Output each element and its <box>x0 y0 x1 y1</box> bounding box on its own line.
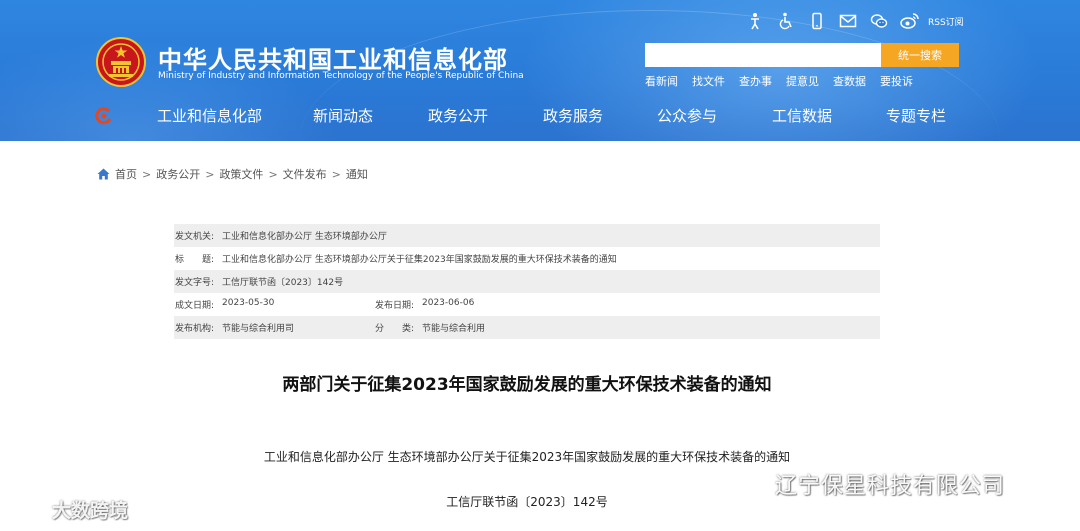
search-input[interactable] <box>645 43 881 67</box>
breadcrumb-notice[interactable]: 通知 <box>346 166 368 182</box>
top-utility-bar: RSS订阅 <box>744 10 964 32</box>
site-title[interactable]: 中华人民共和国工业和信息化部 <box>158 40 508 75</box>
nav-item-services[interactable]: 政务服务 <box>543 105 603 126</box>
breadcrumb-policy[interactable]: 政策文件 <box>219 166 263 182</box>
watermark-left-text: 大数跨境 <box>52 500 129 522</box>
watermark-right: 辽宁保星科技有限公司 <box>733 468 1005 500</box>
quick-link-files[interactable]: 找文件 <box>692 73 725 89</box>
accessibility-icon[interactable] <box>775 10 797 32</box>
info-label: 分 类: <box>375 324 415 334</box>
wechat-watermark-icon <box>734 471 767 497</box>
info-label: 发文字号: <box>175 278 215 288</box>
breadcrumb-separator: > <box>142 167 152 181</box>
watermark-right-text: 辽宁保星科技有限公司 <box>775 474 1006 499</box>
info-value: 工信厅联节函〔2023〕142号 <box>222 278 344 288</box>
nav-item-affairs[interactable]: 政务公开 <box>428 105 488 126</box>
barrier-free-icon[interactable] <box>744 10 766 32</box>
home-icon <box>97 168 110 180</box>
info-row-org: 发布机构: 节能与综合利用司 分 类: 节能与综合利用 <box>174 316 880 339</box>
info-value: 节能与综合利用司 <box>222 324 295 334</box>
info-label: 发布机构: <box>175 324 215 334</box>
breadcrumb-home[interactable]: 首页 <box>115 166 137 182</box>
search-button[interactable]: 统一搜索 <box>881 43 959 67</box>
main-nav: 工业和信息化部 新闻动态 政务公开 政务服务 公众参与 工信数据 专题专栏 <box>0 98 1080 132</box>
info-value: 工业和信息化部办公厅 生态环境部办公厅关于征集2023年国家鼓励发展的重大环保技… <box>222 255 617 265</box>
nav-item-topics[interactable]: 专题专栏 <box>886 105 946 126</box>
quick-link-complaints[interactable]: 要投诉 <box>880 73 913 89</box>
quick-link-news[interactable]: 看新闻 <box>645 73 678 89</box>
watermark-logo-icon <box>8 501 46 518</box>
info-value: 节能与综合利用 <box>422 324 486 334</box>
quick-link-data[interactable]: 查数据 <box>833 73 866 89</box>
info-cell-published: 发布日期: 2023-06-06 <box>374 298 574 311</box>
info-row-issuer: 发文机关: 工业和信息化部办公厅 生态环境部办公厅 <box>174 224 880 247</box>
weibo-icon[interactable] <box>899 10 921 32</box>
info-cell-created: 成文日期: 2023-05-30 <box>174 298 374 311</box>
info-value: 2023-05-30 <box>222 298 275 308</box>
article-title: 两部门关于征集2023年国家鼓励发展的重大环保技术装备的通知 <box>282 375 772 395</box>
quick-link-services[interactable]: 查办事 <box>739 73 772 89</box>
wechat-icon[interactable] <box>868 10 890 32</box>
mail-icon[interactable] <box>837 10 859 32</box>
breadcrumb-release[interactable]: 文件发布 <box>283 166 327 182</box>
info-label: 标 题: <box>175 255 215 265</box>
info-value: 工业和信息化部办公厅 生态环境部办公厅 <box>222 232 387 242</box>
site-logo-icon[interactable] <box>95 107 113 125</box>
breadcrumb-separator: > <box>205 167 215 181</box>
info-row-title: 标 题: 工业和信息化部办公厅 生态环境部办公厅关于征集2023年国家鼓励发展的… <box>174 247 880 270</box>
info-cell-category: 分 类: 节能与综合利用 <box>374 321 574 334</box>
info-row-dates: 成文日期: 2023-05-30 发布日期: 2023-06-06 <box>174 293 880 316</box>
info-label: 成文日期: <box>175 301 215 311</box>
quick-link-feedback[interactable]: 提意见 <box>786 73 819 89</box>
info-label: 发布日期: <box>375 301 415 311</box>
quick-links: 看新闻 找文件 查办事 提意见 查数据 要投诉 <box>645 73 927 89</box>
info-value: 2023-06-06 <box>422 298 475 308</box>
info-cell-org: 发布机构: 节能与综合利用司 <box>174 321 374 334</box>
info-row-docno: 发文字号: 工信厅联节函〔2023〕142号 <box>174 270 880 293</box>
site-title-english: Ministry of Industry and Information Tec… <box>158 71 524 81</box>
watermark-left: 大数跨境 <box>8 496 128 523</box>
search-bar: 统一搜索 <box>645 43 959 67</box>
article-subtitle: 工业和信息化部办公厅 生态环境部办公厅关于征集2023年国家鼓励发展的重大环保技… <box>263 450 791 464</box>
breadcrumb-separator: > <box>331 167 341 181</box>
nav-item-news[interactable]: 新闻动态 <box>313 105 373 126</box>
mobile-icon[interactable] <box>806 10 828 32</box>
national-emblem-icon[interactable] <box>96 37 146 87</box>
nav-item-participation[interactable]: 公众参与 <box>657 105 717 126</box>
nav-item-ministry[interactable]: 工业和信息化部 <box>157 105 262 126</box>
breadcrumb-separator: > <box>268 167 278 181</box>
document-info-table: 发文机关: 工业和信息化部办公厅 生态环境部办公厅 标 题: 工业和信息化部办公… <box>174 224 880 339</box>
site-header: 中华人民共和国工业和信息化部 Ministry of Industry and … <box>0 0 1080 141</box>
breadcrumb-affairs[interactable]: 政务公开 <box>156 166 200 182</box>
nav-item-data[interactable]: 工信数据 <box>772 105 832 126</box>
breadcrumb: 首页 > 政务公开 > 政策文件 > 文件发布 > 通知 <box>97 166 368 182</box>
info-label: 发文机关: <box>175 232 215 242</box>
rss-link[interactable]: RSS订阅 <box>928 15 964 28</box>
